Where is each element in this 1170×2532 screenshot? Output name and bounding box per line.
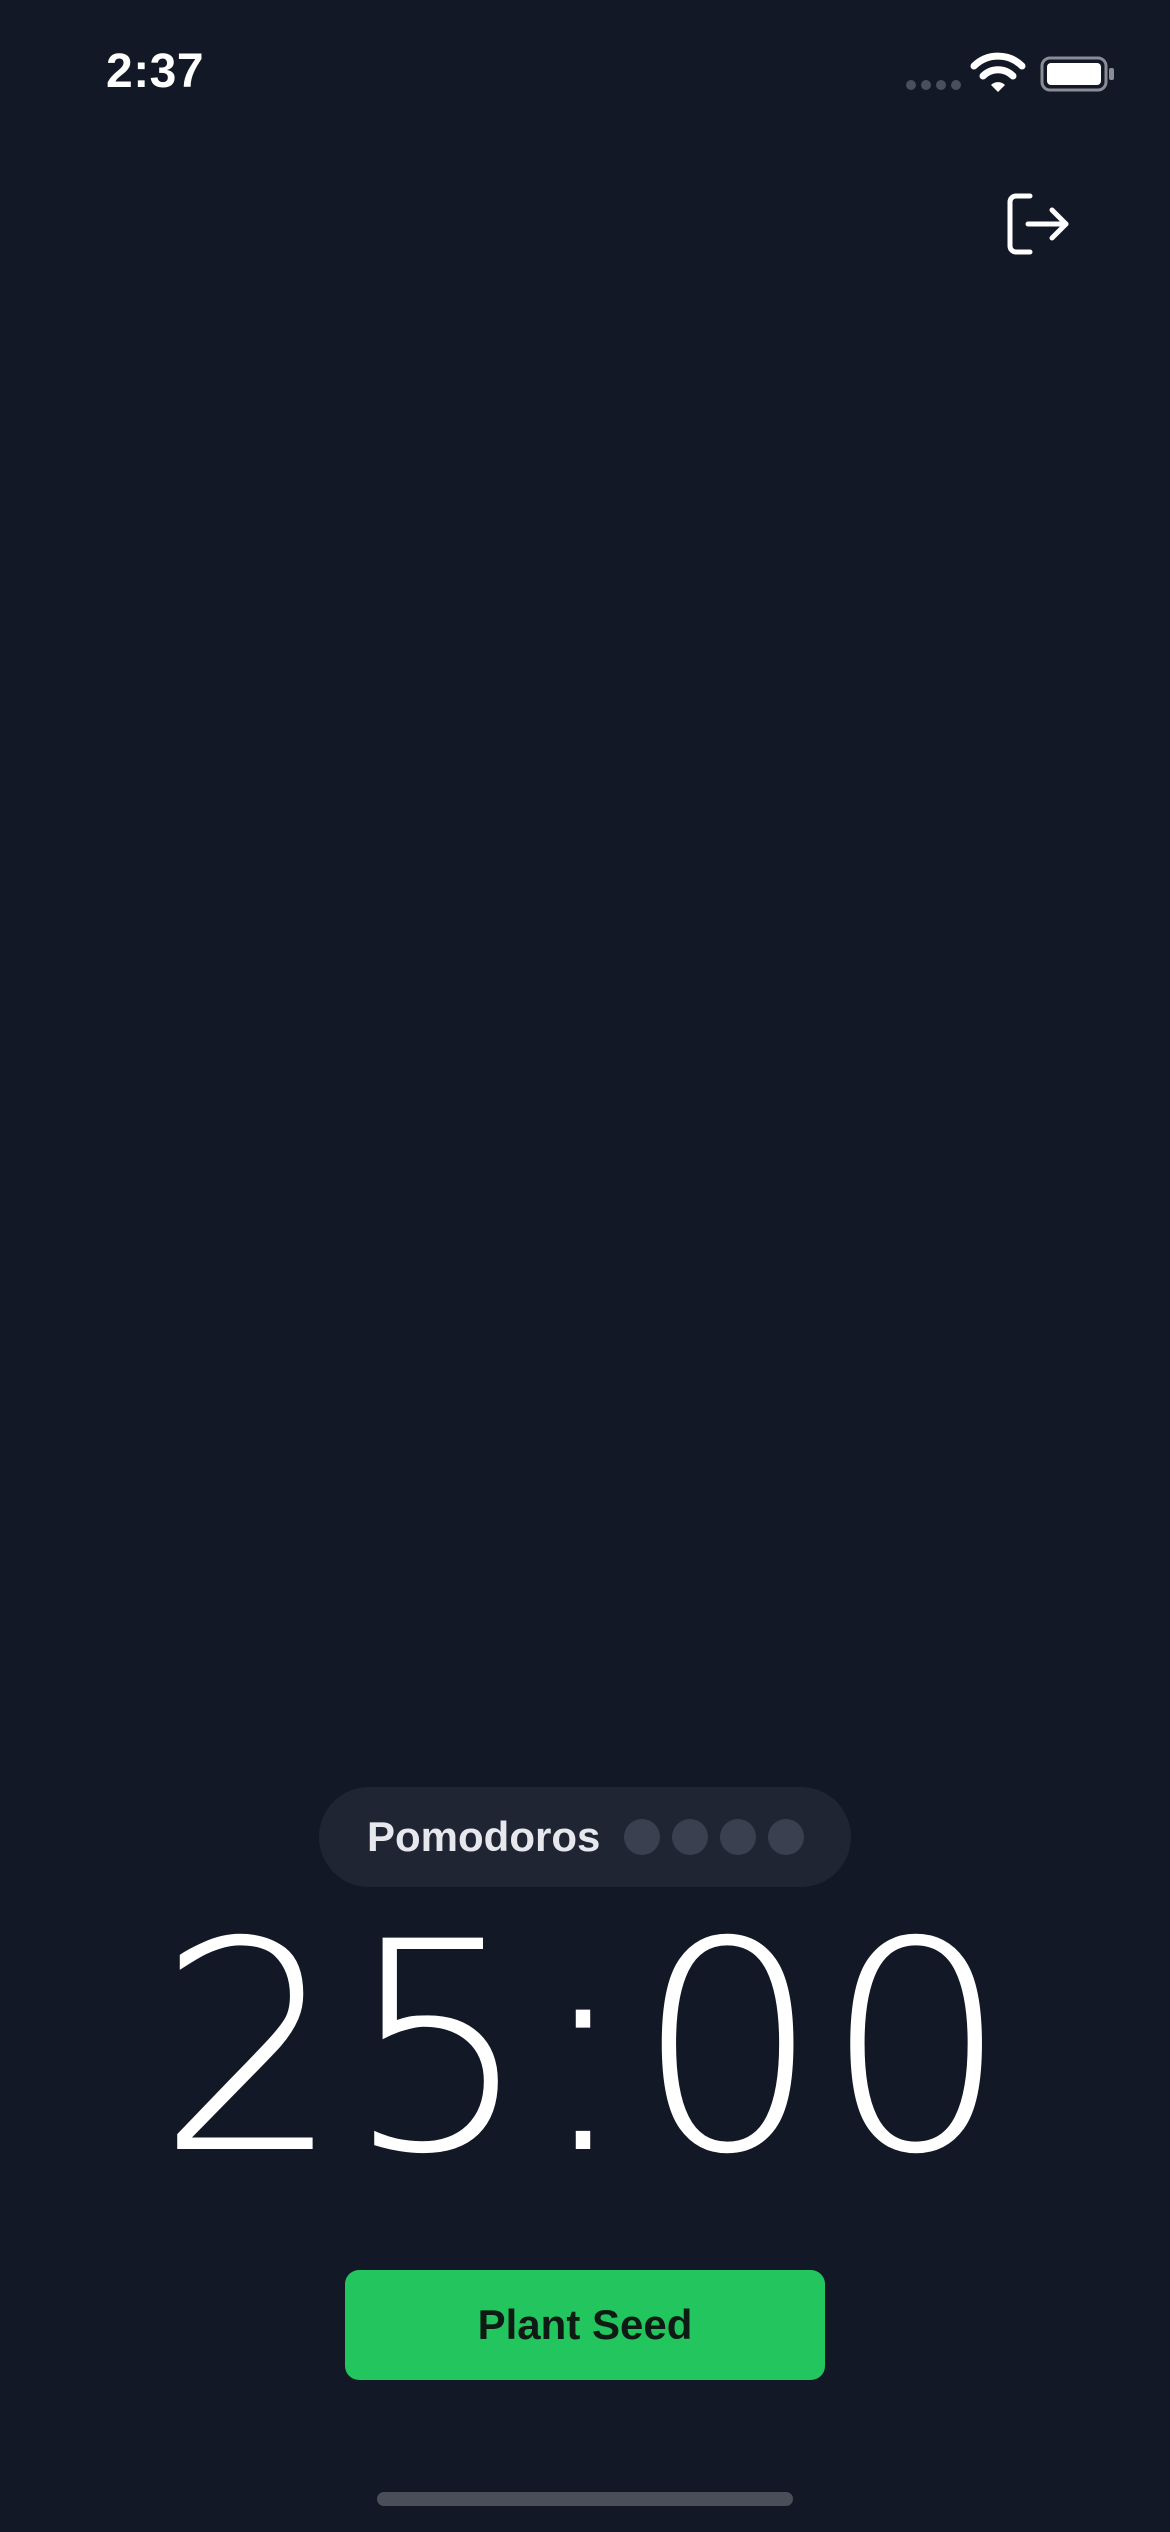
cellular-signal-icon [906,80,961,90]
pomodoro-dot [720,1819,757,1855]
home-indicator[interactable] [377,2492,793,2506]
pomodoro-label: Pomodoros [367,1813,601,1860]
logout-icon [1007,193,1069,255]
status-bar: 2:37 [0,0,1170,150]
timer-display: 25:00 [157,1881,1013,2218]
wifi-icon [970,52,1026,92]
pomodoro-dot [672,1819,709,1855]
pomodoro-dot [624,1819,661,1855]
logout-button[interactable] [996,186,1080,262]
pomodoro-dot [768,1819,805,1855]
battery-icon [1040,56,1114,92]
pomodoro-dots [624,1819,805,1855]
pomodoro-counter: Pomodoros [319,1787,851,1887]
status-time: 2:37 [106,45,205,98]
plant-seed-button[interactable]: Plant Seed [345,2270,825,2380]
